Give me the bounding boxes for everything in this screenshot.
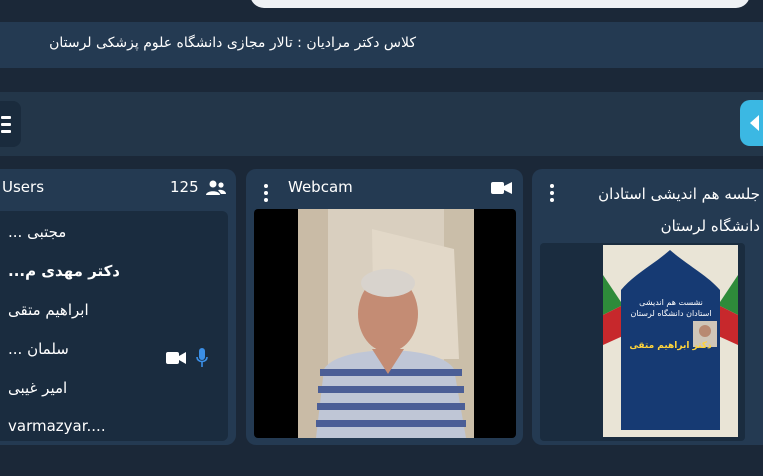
microphone-icon xyxy=(196,348,208,367)
list-item[interactable]: سلمان ... xyxy=(8,340,69,358)
presentation-panel: جلسه هم اندیشی استادان دانشگاه لرستان نش… xyxy=(532,169,763,445)
menu-button[interactable] xyxy=(0,101,21,147)
webcam-video[interactable] xyxy=(254,209,516,438)
presentation-title: جلسه هم اندیشی استادان دانشگاه لرستان xyxy=(598,185,760,235)
caret-left-icon xyxy=(750,115,759,131)
list-item[interactable]: مجتبی ... xyxy=(8,223,66,241)
more-options-icon[interactable] xyxy=(264,184,268,205)
users-list: مجتبی ... دکتر مهدی م... ابراهیم متقی سل… xyxy=(0,211,228,441)
webcam-panel: Webcam xyxy=(246,169,523,445)
users-icon xyxy=(206,180,226,195)
slide-poster: نشست هم اندیشی استادان دانشگاه لرستان دک… xyxy=(603,245,738,437)
poster-heading: نشست هم اندیشی استادان دانشگاه لرستان xyxy=(630,298,712,318)
top-strip xyxy=(0,0,763,20)
webcam-panel-title: Webcam xyxy=(288,178,353,196)
users-count: 125 xyxy=(170,178,199,196)
more-options-icon[interactable] xyxy=(550,184,554,205)
collapse-side-button[interactable] xyxy=(740,100,763,146)
room-title: کلاس دکتر مرادیان : تالار مجازی دانشگاه … xyxy=(49,35,416,51)
hamburger-icon xyxy=(1,116,11,137)
slide-viewer[interactable]: نشست هم اندیشی استادان دانشگاه لرستان دک… xyxy=(540,243,745,441)
address-bar[interactable] xyxy=(250,0,750,8)
list-item[interactable]: ابراهیم متقی xyxy=(8,301,89,319)
camera-icon xyxy=(491,182,512,194)
users-panel-title: Users xyxy=(2,178,45,196)
poster-speaker: دکتر ابراهیم متقی xyxy=(629,341,712,351)
control-bar xyxy=(0,92,763,156)
list-item[interactable]: امیر غیبی xyxy=(8,379,67,397)
camera-icon xyxy=(166,352,186,364)
users-panel: Users 125 مجتبی ... دکتر مهدی م... ابراه… xyxy=(0,169,236,445)
title-bar: کلاس دکتر مرادیان : تالار مجازی دانشگاه … xyxy=(0,22,763,68)
speaker-video-frame xyxy=(298,209,474,438)
list-item[interactable]: varmazyar.... xyxy=(8,417,106,435)
list-item[interactable]: دکتر مهدی م... xyxy=(8,262,120,280)
